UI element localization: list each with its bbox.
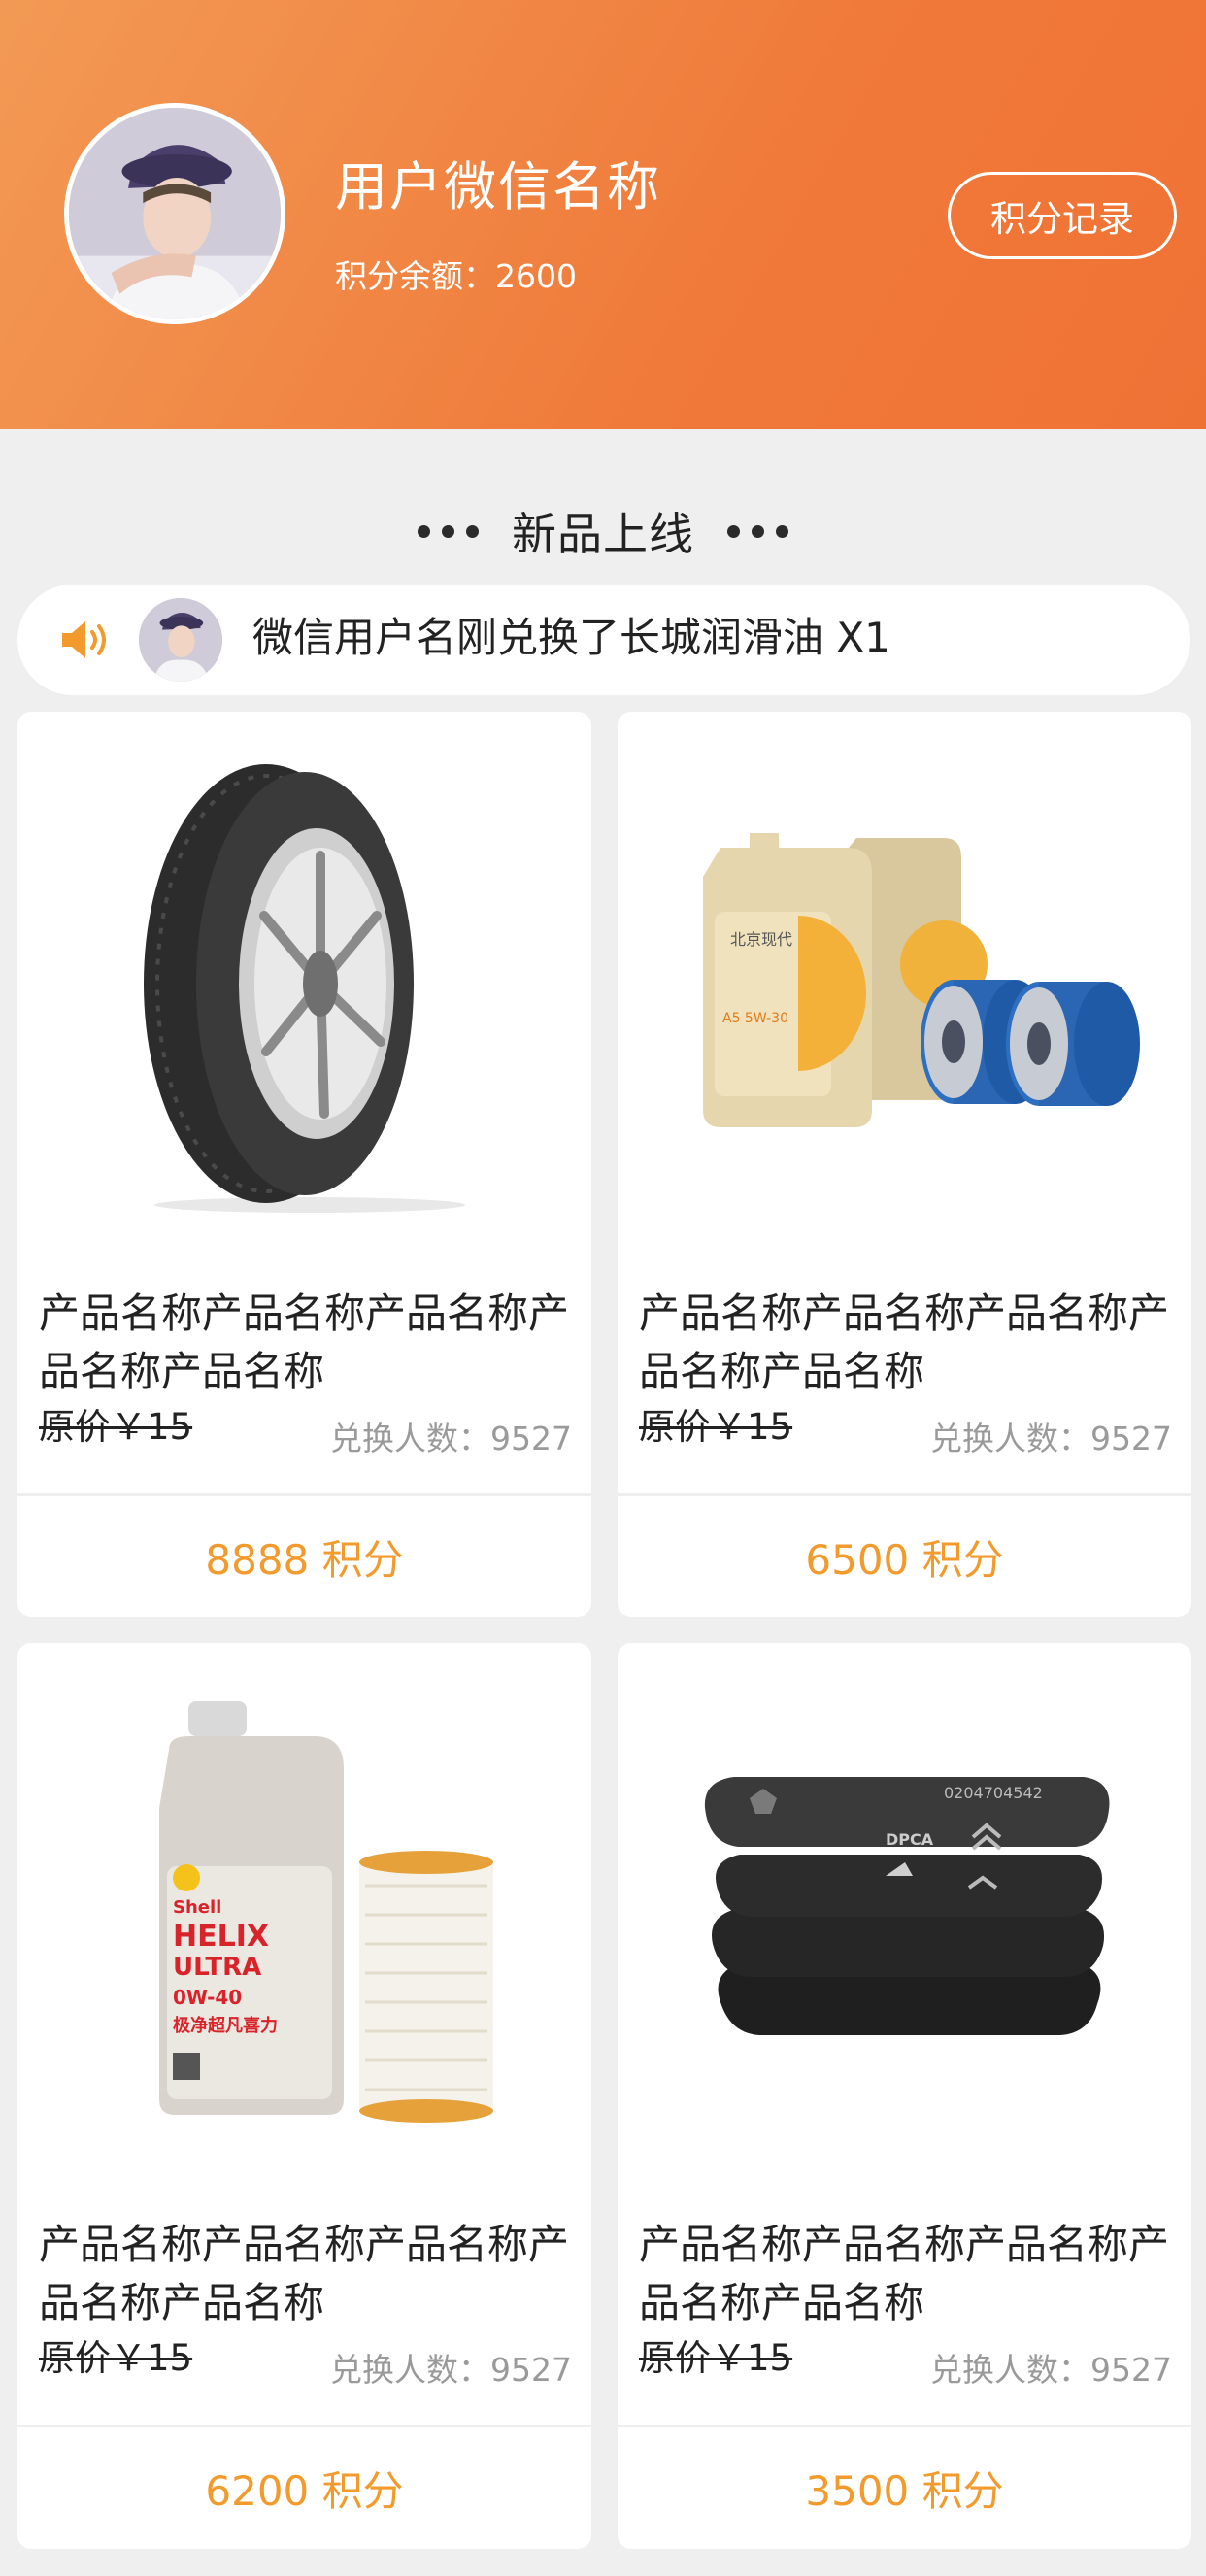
oil-filter-icon (1005, 982, 1140, 1106)
section-header: 新品上线 (0, 497, 1206, 565)
brake-code-label: 0204704542 (944, 1784, 1043, 1802)
tire-icon (143, 764, 465, 1213)
points-price-button[interactable]: 3500 积分 (618, 2427, 1191, 2548)
product-card[interactable]: 0204704542 DPCA 产品名称产品名称产品名称产品名称产品名称 原价￥… (618, 1643, 1191, 2549)
section-title: 新品上线 (512, 508, 694, 560)
redeem-count: 兑换人数：9527 (330, 2351, 572, 2389)
engine-oil-and-filters-icon: 北京现代 A5 5W-30 (702, 833, 1140, 1127)
product-image[interactable]: Shell HELIX ULTRA 0W-40 极净超凡喜力 (17, 1643, 591, 2187)
ticker-user-avatar (139, 598, 222, 682)
oil-brand-label: 北京现代 (730, 930, 792, 949)
points-price-button[interactable]: 6200 积分 (17, 2427, 591, 2548)
original-price: 原价￥15 (39, 1406, 193, 1448)
left-dots-decoration (418, 524, 479, 538)
speaker-icon (62, 621, 106, 658)
points-price-button[interactable]: 8888 积分 (17, 1496, 591, 1617)
avatar-portrait-icon (69, 108, 281, 319)
original-price: 原价￥15 (39, 2337, 193, 2379)
right-dots-decoration (727, 524, 788, 538)
shell-line1-label: HELIX (173, 1920, 269, 1954)
product-name: 产品名称产品名称产品名称产品名称产品名称 (39, 2221, 570, 2326)
points-balance: 积分余额：2600 (335, 260, 577, 292)
product-name: 产品名称产品名称产品名称产品名称产品名称 (639, 1289, 1170, 1395)
redeem-count: 兑换人数：9527 (330, 1420, 572, 1457)
product-image[interactable] (17, 712, 591, 1255)
product-image[interactable]: 0204704542 DPCA (618, 1643, 1191, 2187)
shell-brand-label: Shell (173, 1897, 221, 1918)
ticker-text: 微信用户名刚兑换了长城润滑油 X1 (252, 614, 890, 661)
product-card[interactable]: 产品名称产品名称产品名称产品名称产品名称 原价￥15 兑换人数：9527 888… (17, 712, 591, 1617)
redeem-notice-ticker[interactable]: 微信用户名刚兑换了长城润滑油 X1 (17, 585, 1190, 695)
oil-grade-label: A5 5W-30 (722, 1011, 788, 1026)
product-name: 产品名称产品名称产品名称产品名称产品名称 (39, 1289, 570, 1395)
user-name: 用户微信名称 (335, 156, 661, 217)
avatar-portrait-icon (139, 598, 222, 682)
product-name: 产品名称产品名称产品名称产品名称产品名称 (639, 2221, 1170, 2326)
points-balance-value: 2600 (495, 257, 577, 295)
original-price: 原价￥15 (639, 1406, 793, 1448)
redeem-count: 兑换人数：9527 (930, 1420, 1172, 1457)
points-balance-label: 积分余额： (335, 257, 495, 295)
brake-pads-icon: 0204704542 DPCA (704, 1777, 1109, 2035)
original-price: 原价￥15 (639, 2337, 793, 2379)
brake-mark-label: DPCA (886, 1830, 934, 1849)
product-card[interactable]: Shell HELIX ULTRA 0W-40 极净超凡喜力 产品名称产品名称产… (17, 1643, 591, 2549)
profile-header: 用户微信名称 积分余额：2600 积分记录 (0, 0, 1206, 429)
shell-cn-label: 极净超凡喜力 (173, 2015, 278, 2036)
redeem-count: 兑换人数：9527 (930, 2351, 1172, 2389)
user-avatar[interactable] (64, 103, 285, 324)
shell-grade-label: 0W-40 (173, 1986, 242, 2009)
product-image[interactable]: 北京现代 A5 5W-30 (618, 712, 1191, 1255)
air-filter-icon (358, 1851, 493, 2123)
product-card[interactable]: 北京现代 A5 5W-30 产品名称产品名称产品名称产品名称产品名称 原价￥15… (618, 712, 1191, 1617)
shell-helix-oil-icon: Shell HELIX ULTRA 0W-40 极净超凡喜力 (158, 1701, 493, 2123)
points-price-button[interactable]: 6500 积分 (618, 1496, 1191, 1617)
shell-line2-label: ULTRA (173, 1953, 261, 1982)
points-record-button[interactable]: 积分记录 (948, 172, 1177, 259)
